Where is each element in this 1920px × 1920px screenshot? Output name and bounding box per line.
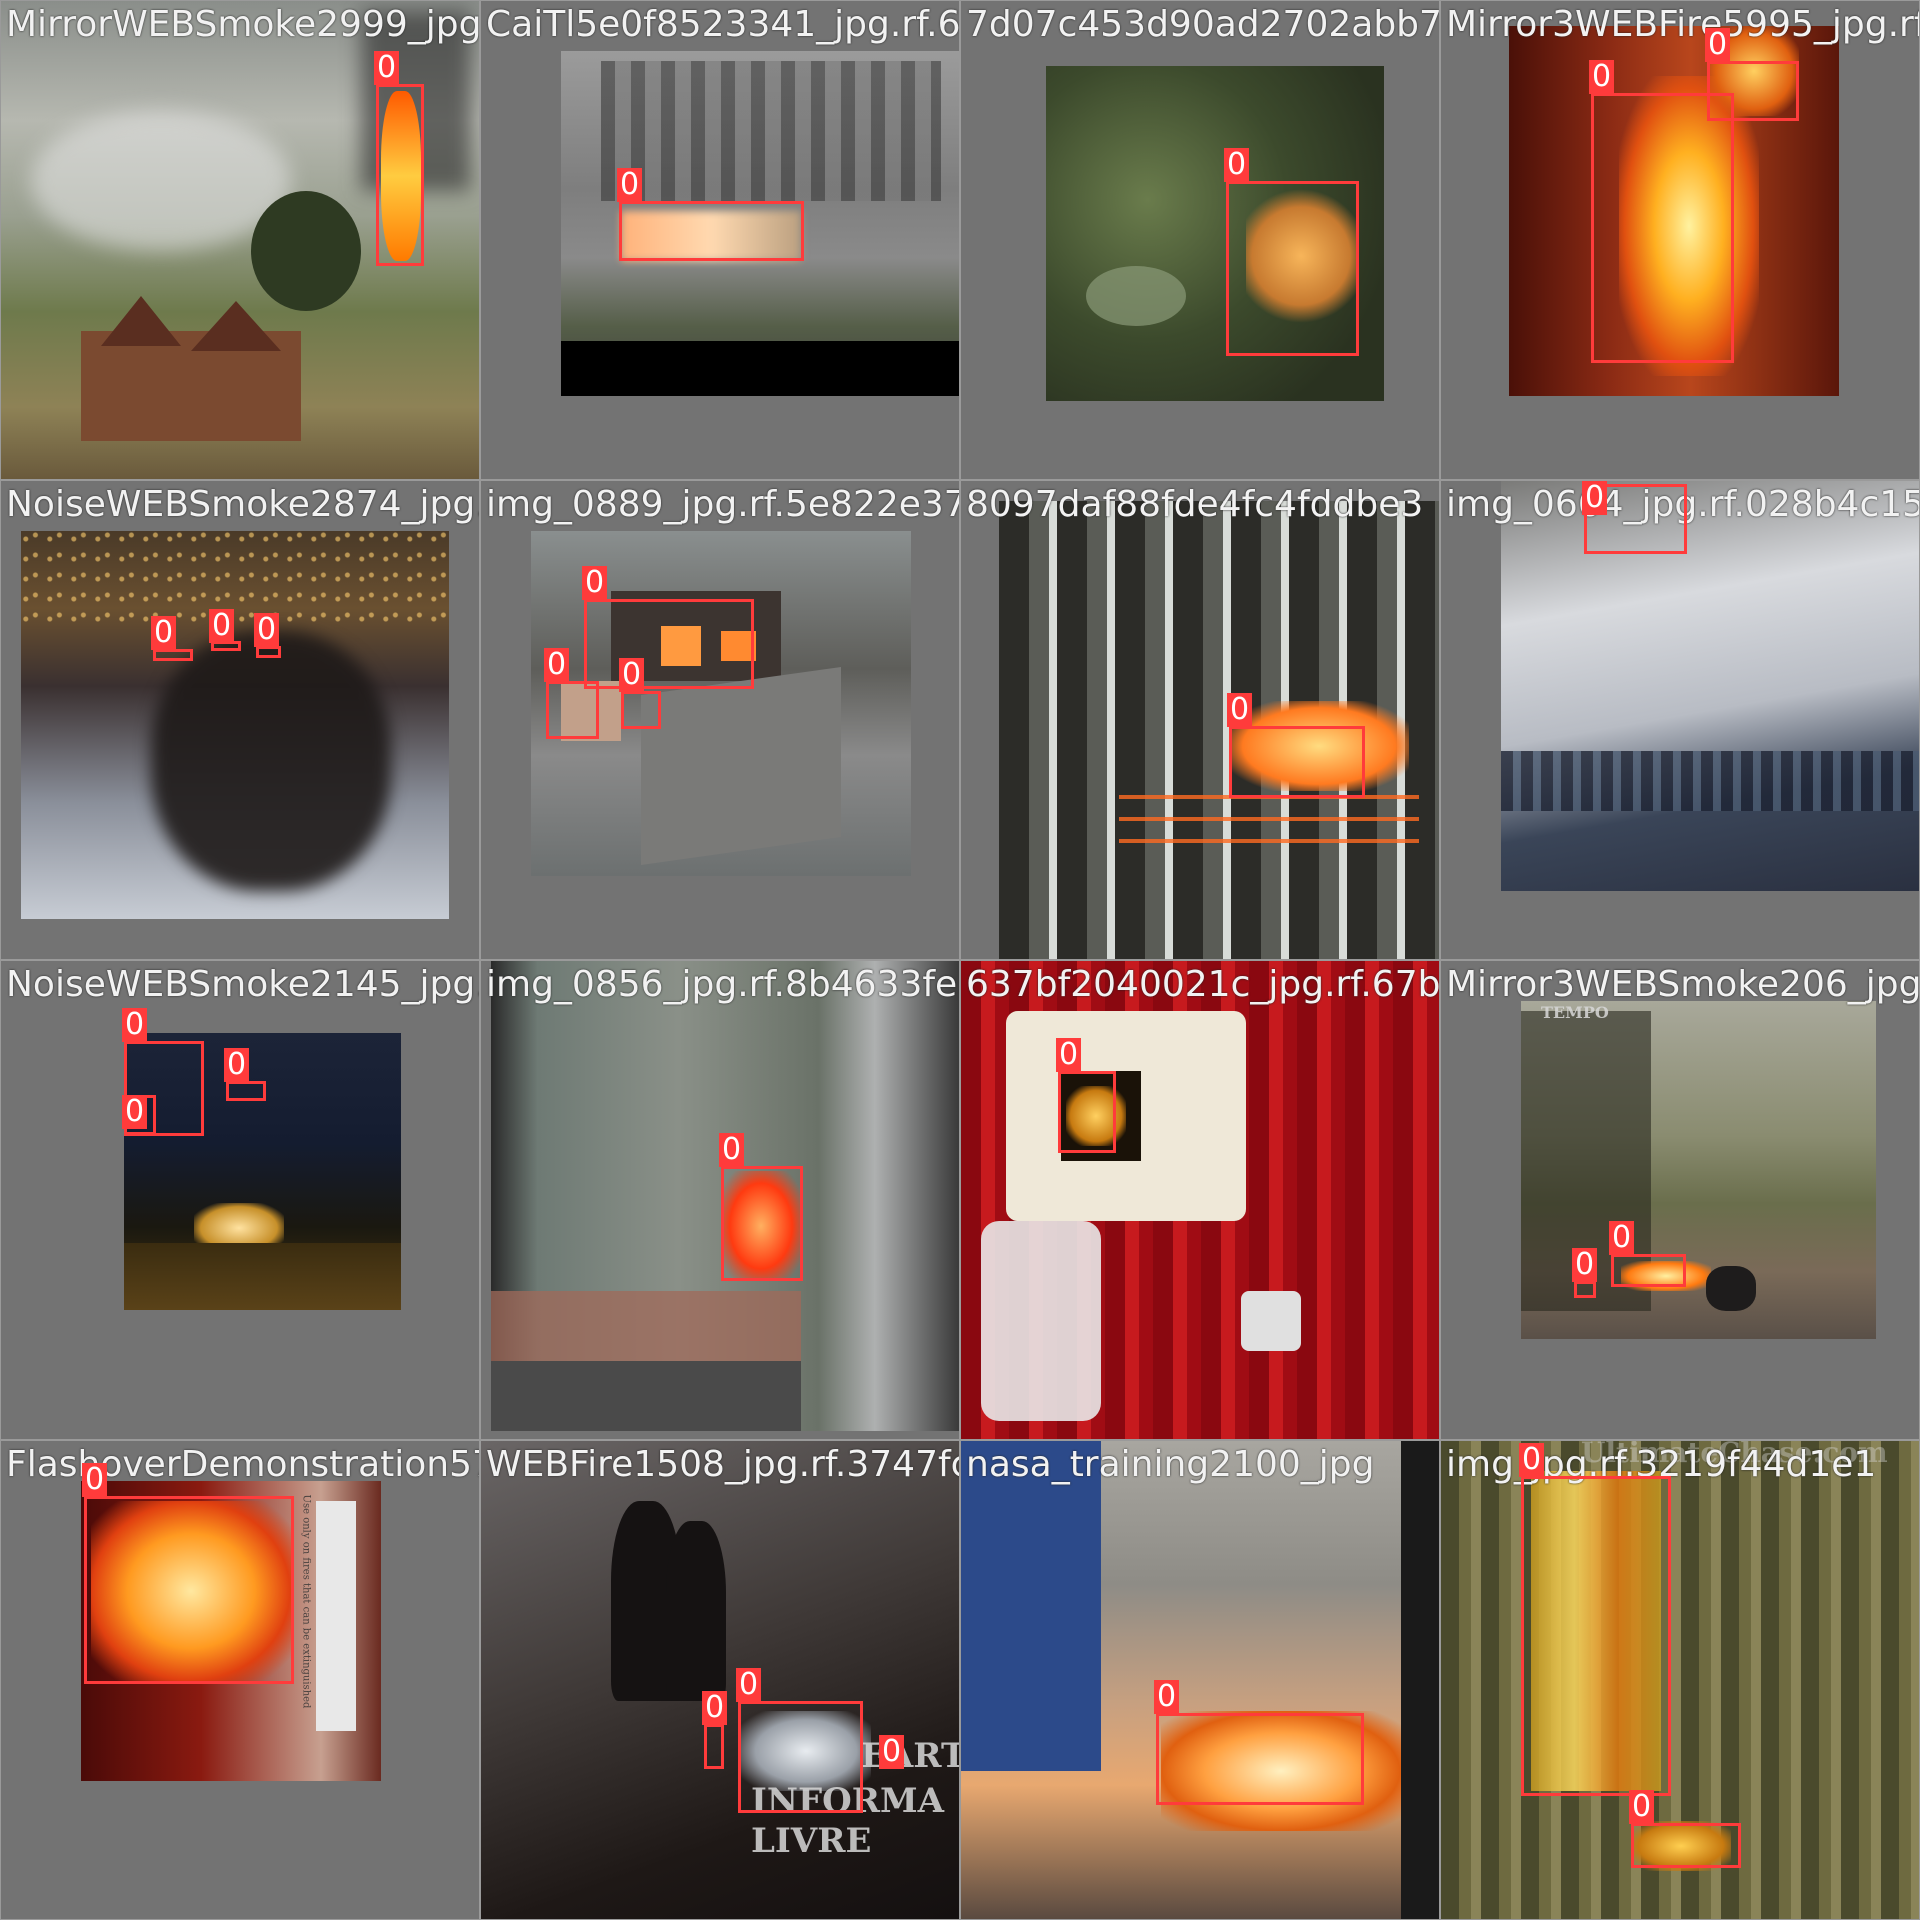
class-label: 0 bbox=[122, 1095, 148, 1129]
detection-box bbox=[256, 646, 281, 658]
detection-box bbox=[1058, 1071, 1116, 1153]
detection-box bbox=[546, 681, 599, 739]
detection-box bbox=[704, 1724, 724, 1769]
detection-box bbox=[721, 1166, 803, 1281]
class-label: 0 bbox=[1589, 60, 1615, 94]
class-label: 0 bbox=[619, 658, 645, 692]
class-label: 0 bbox=[1582, 481, 1608, 515]
class-label: 0 bbox=[254, 613, 280, 647]
tile-12-filename: Mirror3WEBSmoke206_jpg.rf.3a bbox=[1446, 964, 1920, 1005]
class-label: 0 bbox=[82, 1463, 108, 1497]
class-label: 0 bbox=[1609, 1221, 1635, 1255]
ultimatechase-watermark: UltimateChase.com bbox=[1581, 1440, 1888, 1469]
tile-8: img_0664_jpg.rf.028b4c15864 0 bbox=[1440, 480, 1920, 960]
photo-snowy-slope bbox=[1501, 481, 1919, 891]
detection-box bbox=[1707, 61, 1799, 121]
tile-13: Use only on fires that can be extinguish… bbox=[0, 1440, 480, 1920]
tile-5-filename: NoiseWEBSmoke2874_jpg.rf bbox=[6, 484, 480, 525]
detection-box bbox=[584, 599, 754, 689]
detection-box bbox=[1574, 1281, 1596, 1298]
tile-9: NoiseWEBSmoke2145_jpg.rf 0 0 0 bbox=[0, 960, 480, 1440]
class-label: 0 bbox=[1056, 1038, 1082, 1072]
tile-7: 8097daf88fde4fc4fddbe3 0 bbox=[960, 480, 1440, 960]
detection-box bbox=[621, 691, 661, 729]
tile-16: UltimateChase.com img_jpg.rf.3219f44d1e1… bbox=[1440, 1440, 1920, 1920]
class-label: 0 bbox=[151, 616, 177, 650]
photo-firefighters-silhouette: EARTH INFORMA LIVRE bbox=[481, 1441, 959, 1919]
tile-12: TEMPO Mirror3WEBSmoke206_jpg.rf.3a 0 0 bbox=[1440, 960, 1920, 1440]
tile-3-filename: 7d07c453d90ad2702abb7342 bbox=[966, 4, 1440, 45]
photo-fireplace-red-wall bbox=[961, 961, 1439, 1439]
class-label: 0 bbox=[1227, 693, 1253, 727]
tile-4: Mirror3WEBFire5995_jpg.rf.4 0 0 bbox=[1440, 0, 1920, 480]
detection-grid: MirrorWEBSmoke2999_jpg.rf. 0 CaiTl5e0f85… bbox=[0, 0, 1920, 1920]
tile-6-filename: img_0889_jpg.rf.5e822e3767 bbox=[486, 484, 960, 525]
class-label: 0 bbox=[879, 1735, 905, 1769]
detection-box bbox=[153, 649, 193, 661]
class-label: 0 bbox=[702, 1691, 728, 1725]
class-label: 0 bbox=[374, 51, 400, 85]
photo-burning-house-frame bbox=[999, 501, 1439, 959]
detection-box bbox=[1611, 1254, 1686, 1287]
class-label: 0 bbox=[617, 168, 643, 202]
detection-box bbox=[1226, 181, 1359, 356]
tile-15: nasa_training2100_jpg 0 bbox=[960, 1440, 1440, 1920]
tile-10: img_0856_jpg.rf.8b4633fe 0 bbox=[480, 960, 960, 1440]
tile-6: img_0889_jpg.rf.5e822e3767 0 0 0 bbox=[480, 480, 960, 960]
detection-box bbox=[1591, 93, 1734, 363]
tile-2: CaiTl5e0f8523341_jpg.rf.65f 0 bbox=[480, 0, 960, 480]
tile-14: EARTH INFORMA LIVRE WEBFire1508_jpg.rf.3… bbox=[480, 1440, 960, 1920]
detection-box bbox=[738, 1701, 863, 1813]
earth-watermark-line1: EARTH bbox=[861, 1736, 959, 1776]
class-label: 0 bbox=[719, 1133, 745, 1167]
detection-box bbox=[1521, 1476, 1671, 1796]
detection-box bbox=[1229, 726, 1365, 798]
tile-3: 7d07c453d90ad2702abb7342 0 bbox=[960, 0, 1440, 480]
class-label: 0 bbox=[209, 609, 235, 643]
detection-box bbox=[1156, 1713, 1364, 1805]
photo-nasa-training bbox=[961, 1441, 1439, 1919]
class-label: 0 bbox=[1519, 1443, 1545, 1477]
tile-2-filename: CaiTl5e0f8523341_jpg.rf.65f bbox=[486, 4, 960, 45]
tile-11: 637bf2040021c_jpg.rf.67b 0 bbox=[960, 960, 1440, 1440]
photo-city-smoke bbox=[21, 531, 449, 919]
extinguisher-text: Use only on fires that can be extinguish… bbox=[300, 1494, 312, 1709]
tile-1: MirrorWEBSmoke2999_jpg.rf. 0 bbox=[0, 0, 480, 480]
detection-box bbox=[376, 84, 424, 266]
detection-box bbox=[226, 1081, 266, 1101]
class-label: 0 bbox=[544, 648, 570, 682]
class-label: 0 bbox=[1572, 1248, 1598, 1282]
class-label: 0 bbox=[582, 566, 608, 600]
detection-box bbox=[84, 1496, 294, 1684]
class-label: 0 bbox=[736, 1668, 762, 1702]
class-label: 0 bbox=[1154, 1680, 1180, 1714]
class-label: 0 bbox=[224, 1048, 250, 1082]
tempo-watermark: TEMPO bbox=[1541, 1003, 1609, 1022]
tile-5: NoiseWEBSmoke2874_jpg.rf 0 0 0 bbox=[0, 480, 480, 960]
class-label: 0 bbox=[122, 1008, 148, 1042]
tile-9-filename: NoiseWEBSmoke2145_jpg.rf bbox=[6, 964, 480, 1005]
tile-13-filename: FlashoverDemonstration5724_png.rf.3747fc bbox=[6, 1444, 479, 1485]
class-label: 0 bbox=[1224, 148, 1250, 182]
detection-box bbox=[619, 201, 804, 261]
class-label: 0 bbox=[1629, 1790, 1655, 1824]
class-label: 0 bbox=[1705, 28, 1731, 62]
detection-box bbox=[1631, 1823, 1741, 1868]
